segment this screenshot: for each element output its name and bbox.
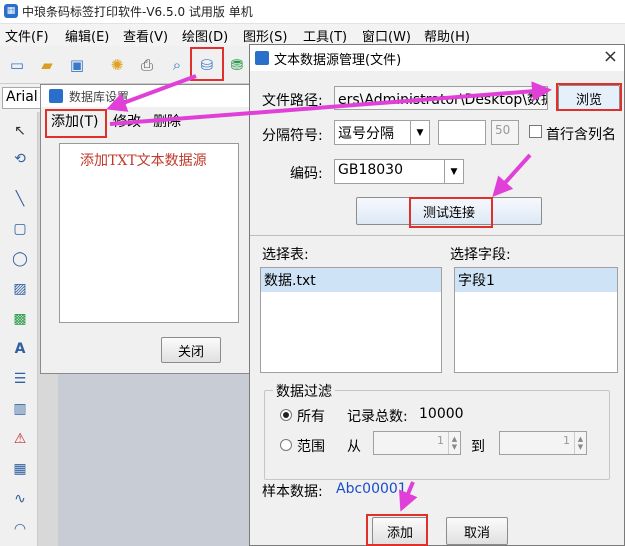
browse-button[interactable]: 浏览 bbox=[558, 85, 620, 111]
datasource-hint: 添加TXT文本数据源 bbox=[80, 153, 207, 169]
encoding-label: 编码: bbox=[290, 166, 323, 182]
modify-datasource-menu[interactable]: 修改 bbox=[113, 111, 141, 131]
arc-icon[interactable]: ◠ bbox=[9, 518, 31, 540]
to-spinner-icon[interactable]: ▲ ▼ bbox=[574, 432, 586, 454]
left-toolbox: ↖ ⟲ ╲ ▢ ◯ ▨ ▩ A ☰ ▥ ⚠ ▦ ∿ ◠ bbox=[0, 112, 38, 546]
record-total-label: 记录总数: bbox=[347, 409, 408, 425]
database-dialog-menu: 添加(T) 修改 删除 bbox=[41, 107, 249, 131]
add-datasource-menu[interactable]: 添加(T) bbox=[51, 111, 98, 131]
dialog-divider bbox=[250, 235, 624, 236]
barcode-icon[interactable]: ▥ bbox=[9, 398, 31, 420]
list-item[interactable]: 数据.txt bbox=[261, 268, 441, 292]
database-dialog-title: 数据库设置 bbox=[69, 90, 130, 104]
line-icon[interactable]: ╲ bbox=[9, 188, 31, 210]
record-total-value: 10000 bbox=[419, 406, 464, 422]
filter-all-radio[interactable] bbox=[280, 409, 292, 421]
qrcode-icon[interactable]: ▦ bbox=[9, 458, 31, 480]
range-to-value: 1 bbox=[563, 434, 570, 447]
from-spinner-icon[interactable]: ▲ ▼ bbox=[448, 432, 460, 454]
filter-all-label: 所有 bbox=[297, 409, 325, 425]
close-button[interactable]: 关闭 bbox=[161, 337, 221, 363]
range-from-value: 1 bbox=[437, 434, 444, 447]
dialog-logo-icon bbox=[255, 51, 269, 65]
new-icon[interactable]: ▭ bbox=[6, 54, 28, 76]
filter-legend: 数据过滤 bbox=[273, 381, 335, 401]
text-dialog-titlebar: 文本数据源管理(文件) × bbox=[250, 45, 624, 71]
picture-icon[interactable]: ▩ bbox=[9, 308, 31, 330]
database-settings-dialog: 数据库设置 添加(T) 修改 删除 添加TXT文本数据源 关闭 bbox=[40, 84, 250, 374]
filter-range-radio[interactable] bbox=[280, 439, 292, 451]
filter-range-label: 范围 bbox=[297, 439, 325, 455]
settings-gear-icon[interactable]: ✺ bbox=[106, 54, 128, 76]
print-icon[interactable]: ⎙ bbox=[136, 54, 158, 76]
custom-separator-field[interactable] bbox=[438, 120, 486, 145]
header-checkbox-label: 首行含列名 bbox=[546, 127, 616, 143]
field-list[interactable]: 字段1 bbox=[454, 267, 618, 373]
filter-group: 数据过滤 所有 记录总数: 10000 范围 从 1 ▲ ▼ 到 1 ▲ ▼ bbox=[264, 381, 610, 480]
sample-data-value: Abc00001 bbox=[336, 481, 407, 497]
text-dialog-title: 文本数据源管理(文件) bbox=[274, 53, 402, 68]
range-from-label: 从 bbox=[347, 439, 361, 455]
encoding-select[interactable]: GB18030 bbox=[334, 159, 446, 184]
menu-view[interactable]: 查看(V) bbox=[123, 26, 168, 45]
menu-window[interactable]: 窗口(W) bbox=[362, 26, 411, 45]
open-icon[interactable]: ▰ bbox=[36, 54, 58, 76]
range-from-field[interactable]: 1 ▲ ▼ bbox=[373, 431, 461, 455]
database-dialog-titlebar: 数据库设置 bbox=[41, 85, 249, 107]
database-setting-icon[interactable]: ⛃ bbox=[226, 54, 248, 76]
sample-data-label: 样本数据: bbox=[262, 484, 323, 500]
file-path-label: 文件路径: bbox=[262, 93, 323, 109]
dialog-logo-icon bbox=[49, 89, 63, 103]
table-list[interactable]: 数据.txt bbox=[260, 267, 442, 373]
delete-datasource-menu[interactable]: 删除 bbox=[153, 111, 181, 131]
pointer-icon[interactable]: ↖ bbox=[9, 120, 31, 142]
rich-text-icon[interactable]: ☰ bbox=[9, 368, 31, 390]
separator-number-field[interactable]: 50 bbox=[491, 120, 519, 145]
rotate-icon[interactable]: ⟲ bbox=[9, 148, 31, 170]
cancel-button[interactable]: 取消 bbox=[446, 517, 508, 545]
file-path-field[interactable]: ers\Administrator\Desktop\数据.txt bbox=[334, 86, 548, 110]
range-to-field[interactable]: 1 ▲ ▼ bbox=[499, 431, 587, 455]
list-item[interactable]: 字段1 bbox=[455, 268, 617, 292]
test-connection-button[interactable]: 测试连接 bbox=[356, 197, 542, 225]
close-icon[interactable]: × bbox=[603, 46, 618, 67]
field-label: 选择字段: bbox=[450, 247, 511, 263]
chevron-down-icon[interactable]: ▼ bbox=[410, 120, 430, 145]
add-button[interactable]: 添加 bbox=[372, 517, 428, 545]
app-title: 中琅条码标签打印软件-V6.5.0 试用版 单机 bbox=[22, 5, 253, 19]
menu-edit[interactable]: 编辑(E) bbox=[65, 26, 109, 45]
ellipse-icon[interactable]: ◯ bbox=[9, 248, 31, 270]
print-preview-icon[interactable]: ⌕ bbox=[166, 54, 188, 76]
menu-bar: 文件(F) 编辑(E) 查看(V) 绘图(D) 图形(S) 工具(T) 窗口(W… bbox=[0, 24, 625, 46]
app-logo-icon: ▦ bbox=[4, 4, 18, 18]
menu-tools[interactable]: 工具(T) bbox=[303, 26, 347, 45]
separator-label: 分隔符号: bbox=[262, 128, 323, 144]
separator-select[interactable]: 逗号分隔 bbox=[334, 120, 412, 145]
text-icon[interactable]: A bbox=[9, 338, 31, 360]
datasource-list[interactable]: 添加TXT文本数据源 bbox=[59, 143, 239, 323]
database-icon[interactable]: ⛁ bbox=[196, 54, 218, 76]
menu-shape[interactable]: 图形(S) bbox=[243, 26, 287, 45]
save-icon[interactable]: ▣ bbox=[66, 54, 88, 76]
font-name-field[interactable]: Arial bbox=[2, 87, 42, 109]
table-label: 选择表: bbox=[262, 247, 309, 263]
menu-file[interactable]: 文件(F) bbox=[5, 26, 49, 45]
range-to-label: 到 bbox=[471, 439, 485, 455]
text-datasource-dialog: 文本数据源管理(文件) × 文件路径: ers\Administrator\De… bbox=[249, 44, 625, 546]
menu-help[interactable]: 帮助(H) bbox=[424, 26, 470, 45]
curve-icon[interactable]: ∿ bbox=[9, 488, 31, 510]
chevron-down-icon[interactable]: ▼ bbox=[444, 159, 464, 184]
app-titlebar: ▦ 中琅条码标签打印软件-V6.5.0 试用版 单机 bbox=[0, 0, 625, 24]
rectangle-icon[interactable]: ▢ bbox=[9, 218, 31, 240]
triangle-icon[interactable]: ⚠ bbox=[9, 428, 31, 450]
main-toolbar: ▭ ▰ ▣ ✺ ⎙ ⌕ ⛁ ⛃ bbox=[0, 46, 250, 84]
image-icon[interactable]: ▨ bbox=[9, 278, 31, 300]
header-checkbox[interactable] bbox=[529, 125, 542, 138]
menu-draw[interactable]: 绘图(D) bbox=[182, 26, 228, 45]
